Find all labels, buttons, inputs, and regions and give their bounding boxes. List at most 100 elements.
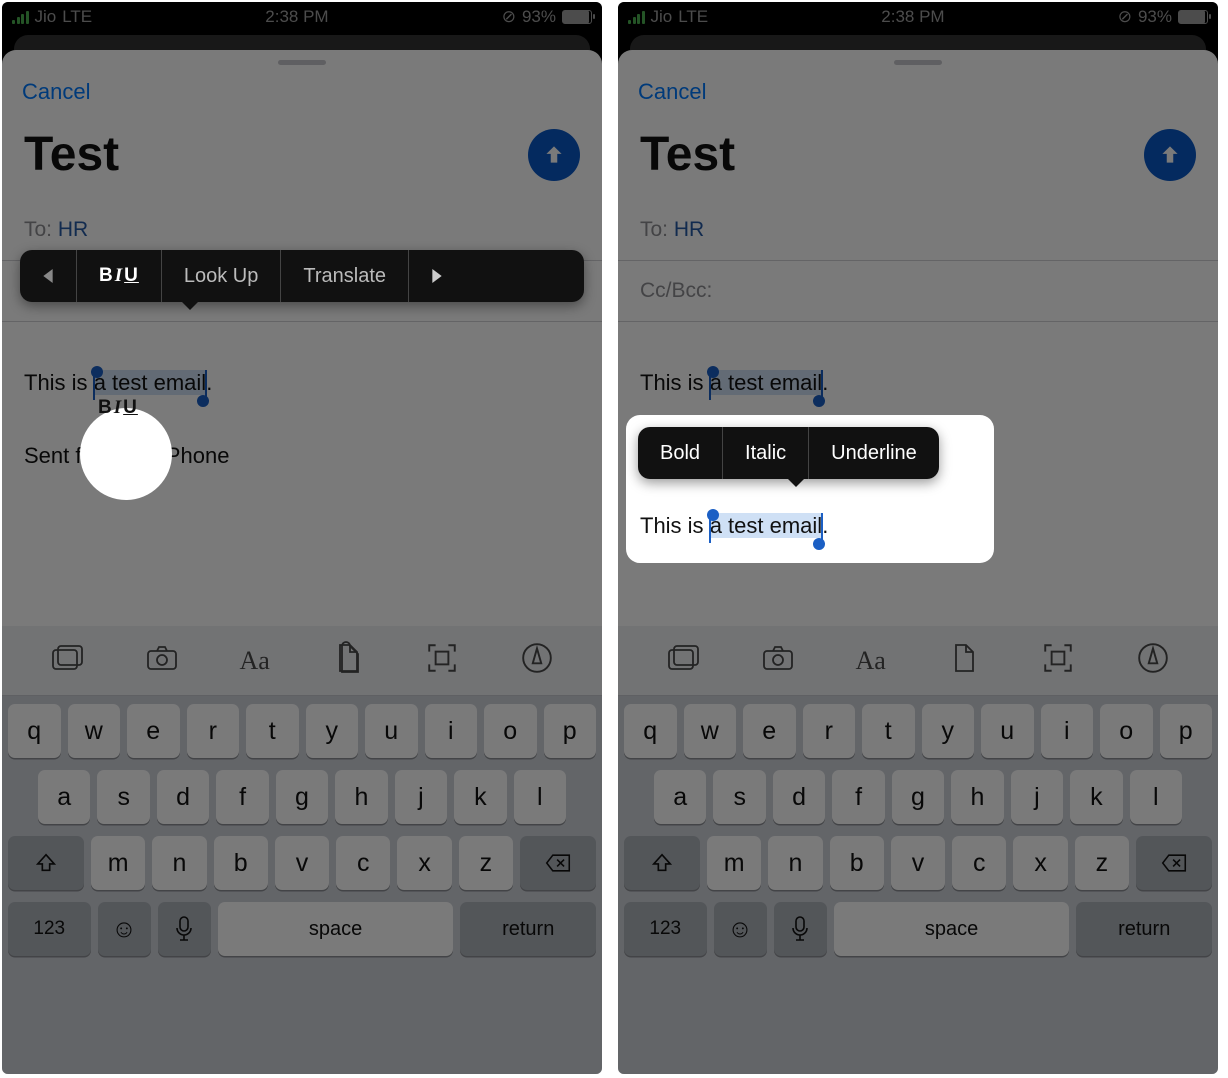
camera-icon[interactable] — [145, 641, 179, 680]
sheet-grabber[interactable] — [894, 60, 942, 65]
text-selection[interactable]: a test email — [710, 370, 823, 395]
key-u[interactable]: u — [981, 704, 1034, 758]
to-recipient[interactable]: HR — [58, 218, 88, 241]
key-l[interactable]: l — [1130, 770, 1182, 824]
key-n[interactable]: n — [768, 836, 822, 890]
key-h[interactable]: h — [335, 770, 387, 824]
key-p[interactable]: p — [544, 704, 597, 758]
number-key[interactable]: 123 — [8, 902, 91, 956]
key-y[interactable]: y — [922, 704, 975, 758]
sheet-grabber[interactable] — [278, 60, 326, 65]
key-o[interactable]: o — [1100, 704, 1153, 758]
key-d[interactable]: d — [157, 770, 209, 824]
cancel-button[interactable]: Cancel — [2, 65, 110, 105]
cancel-button[interactable]: Cancel — [618, 65, 726, 105]
key-e[interactable]: e — [127, 704, 180, 758]
bold-button[interactable]: Bold — [638, 427, 722, 479]
key-j[interactable]: j — [1011, 770, 1063, 824]
key-o[interactable]: o — [484, 704, 537, 758]
key-w[interactable]: w — [684, 704, 737, 758]
translate-button[interactable]: Translate — [281, 250, 408, 302]
cc-bcc-label: Cc/Bcc: — [640, 279, 712, 302]
lookup-button[interactable]: Look Up — [162, 250, 281, 302]
return-key[interactable]: return — [1076, 902, 1212, 956]
key-q[interactable]: q — [624, 704, 677, 758]
markup-icon[interactable] — [520, 641, 554, 680]
space-key[interactable]: space — [218, 902, 454, 956]
key-i[interactable]: i — [1041, 704, 1094, 758]
backspace-key[interactable] — [520, 836, 596, 890]
shift-key[interactable] — [624, 836, 700, 890]
key-c[interactable]: c — [952, 836, 1006, 890]
return-key[interactable]: return — [460, 902, 596, 956]
key-v[interactable]: v — [891, 836, 945, 890]
underline-button[interactable]: Underline — [809, 427, 939, 479]
key-a[interactable]: a — [38, 770, 90, 824]
key-f[interactable]: f — [216, 770, 268, 824]
emoji-key[interactable]: ☺ — [714, 902, 767, 956]
key-e[interactable]: e — [743, 704, 796, 758]
key-s[interactable]: s — [713, 770, 765, 824]
to-field[interactable]: To: HR — [618, 200, 1218, 261]
camera-icon[interactable] — [761, 641, 795, 680]
scan-icon[interactable] — [425, 641, 459, 680]
key-t[interactable]: t — [246, 704, 299, 758]
key-k[interactable]: k — [1070, 770, 1122, 824]
to-recipient[interactable]: HR — [674, 218, 704, 241]
key-r[interactable]: r — [803, 704, 856, 758]
photos-icon[interactable] — [50, 641, 84, 680]
number-key[interactable]: 123 — [624, 902, 707, 956]
key-u[interactable]: u — [365, 704, 418, 758]
shift-key[interactable] — [8, 836, 84, 890]
biu-button[interactable]: BIU — [77, 250, 161, 302]
key-n[interactable]: n — [152, 836, 206, 890]
key-x[interactable]: x — [1013, 836, 1067, 890]
text-selection[interactable]: a test email — [94, 370, 207, 395]
key-m[interactable]: m — [707, 836, 761, 890]
key-b[interactable]: b — [830, 836, 884, 890]
send-button[interactable] — [1144, 129, 1196, 181]
scan-icon[interactable] — [1041, 641, 1075, 680]
key-w[interactable]: w — [68, 704, 121, 758]
attach-icon[interactable] — [330, 641, 364, 680]
key-j[interactable]: j — [395, 770, 447, 824]
attach-icon[interactable] — [946, 641, 980, 680]
key-v[interactable]: v — [275, 836, 329, 890]
key-p[interactable]: p — [1160, 704, 1213, 758]
italic-button[interactable]: Italic — [723, 427, 808, 479]
key-y[interactable]: y — [306, 704, 359, 758]
key-f[interactable]: f — [832, 770, 884, 824]
format-icon[interactable]: Aa — [240, 646, 270, 676]
key-s[interactable]: s — [97, 770, 149, 824]
key-g[interactable]: g — [276, 770, 328, 824]
key-d[interactable]: d — [773, 770, 825, 824]
key-l[interactable]: l — [514, 770, 566, 824]
status-bar: Jio LTE 2:38 PM ⊘ 93% — [2, 2, 602, 32]
emoji-key[interactable]: ☺ — [98, 902, 151, 956]
key-x[interactable]: x — [397, 836, 451, 890]
key-a[interactable]: a — [654, 770, 706, 824]
dictation-key[interactable] — [158, 902, 211, 956]
key-z[interactable]: z — [459, 836, 513, 890]
key-h[interactable]: h — [951, 770, 1003, 824]
dictation-key[interactable] — [774, 902, 827, 956]
ctx-prev-button[interactable] — [20, 250, 76, 302]
send-button[interactable] — [528, 129, 580, 181]
key-b[interactable]: b — [214, 836, 268, 890]
format-icon[interactable]: Aa — [856, 646, 886, 676]
photos-icon[interactable] — [666, 641, 700, 680]
space-key[interactable]: space — [834, 902, 1070, 956]
cc-bcc-field[interactable]: Cc/Bcc: — [618, 261, 1218, 322]
ctx-next-button[interactable] — [409, 250, 465, 302]
key-m[interactable]: m — [91, 836, 145, 890]
key-z[interactable]: z — [1075, 836, 1129, 890]
key-g[interactable]: g — [892, 770, 944, 824]
key-q[interactable]: q — [8, 704, 61, 758]
backspace-key[interactable] — [1136, 836, 1212, 890]
key-t[interactable]: t — [862, 704, 915, 758]
key-r[interactable]: r — [187, 704, 240, 758]
key-c[interactable]: c — [336, 836, 390, 890]
key-i[interactable]: i — [425, 704, 478, 758]
markup-icon[interactable] — [1136, 641, 1170, 680]
key-k[interactable]: k — [454, 770, 506, 824]
